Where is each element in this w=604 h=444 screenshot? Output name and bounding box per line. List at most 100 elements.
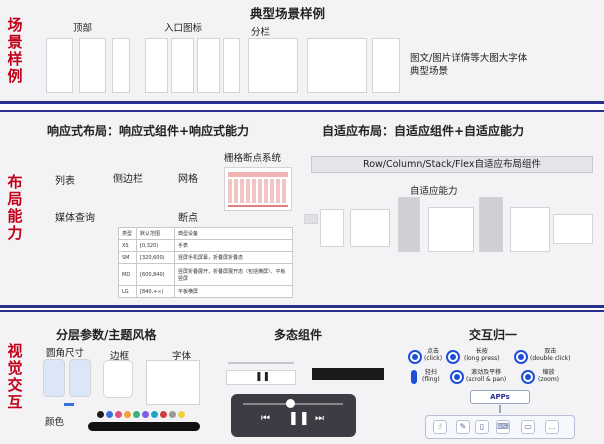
color-swatch bbox=[142, 411, 149, 418]
scenario-item-entry-icon: 入口图标 bbox=[164, 23, 203, 34]
color-swatch bbox=[106, 411, 113, 418]
radius-indicator bbox=[64, 403, 74, 406]
table-cell: 竖屏手机屏幕，折叠屏折叠态 bbox=[174, 251, 293, 264]
table-row: XS [0,320) 手表 bbox=[118, 239, 293, 252]
table-cell: SM bbox=[118, 251, 137, 264]
side-char: 觉 bbox=[7, 359, 23, 377]
fling-icon bbox=[411, 370, 417, 384]
section-divider bbox=[0, 101, 604, 104]
breakpoint-chart bbox=[224, 167, 292, 211]
table-cell: LG bbox=[118, 285, 137, 298]
gesture-zoom: 缩放 (zoom) bbox=[538, 369, 560, 383]
side-char: 交 bbox=[7, 376, 23, 394]
scenario-section: 场 景 样 例 典型场景样例 顶部 入口图标 分栏 图文/图片详情等大图大字体 … bbox=[0, 0, 604, 101]
color-swatch bbox=[133, 411, 140, 418]
scenario-side-label: 场 景 样 例 bbox=[0, 0, 30, 101]
pause-icon[interactable]: ❚❚ bbox=[288, 411, 310, 426]
icon-wireframe-4 bbox=[223, 38, 240, 93]
table-row: 类型 默认范围 典型设备 bbox=[118, 227, 293, 240]
side-char: 局 bbox=[7, 189, 23, 208]
click-icon bbox=[408, 350, 422, 364]
prev-icon[interactable]: ⏮ bbox=[261, 413, 270, 424]
color-swatch bbox=[115, 411, 122, 418]
next-icon[interactable]: ⏭ bbox=[315, 413, 324, 424]
color-swatch bbox=[124, 411, 131, 418]
section-divider bbox=[0, 305, 604, 308]
adaptive-diagram-6 bbox=[479, 197, 503, 252]
side-char: 布 bbox=[7, 172, 23, 191]
scenario-item-top: 顶部 bbox=[73, 23, 93, 34]
gesture-long-press: 长按 (long press) bbox=[464, 348, 500, 362]
side-char: 景 bbox=[7, 32, 23, 51]
radius-phone-1 bbox=[43, 359, 65, 397]
touch-hand-icon: ☝ bbox=[433, 420, 447, 434]
keyboard-icon: ⌨ bbox=[496, 420, 510, 434]
adaptive-diagram-3 bbox=[350, 209, 390, 247]
table-cell: 类型 bbox=[118, 227, 137, 240]
adaptive-diagram-2 bbox=[320, 209, 344, 247]
table-cell: [0,320) bbox=[136, 239, 175, 252]
top-wireframe-1 bbox=[46, 38, 73, 93]
layout-item-breakpoint: 断点 bbox=[178, 213, 198, 224]
apps-box: APPs bbox=[470, 390, 530, 404]
adaptive-diagram-5 bbox=[428, 207, 474, 252]
color-swatch bbox=[169, 411, 176, 418]
scenario-caption-line1: 图文/图片详情等大图大字体 bbox=[410, 53, 528, 64]
top-wireframe-2 bbox=[79, 38, 106, 93]
side-char: 视 bbox=[7, 342, 23, 360]
table-cell: [320,600) bbox=[136, 251, 175, 264]
layout-item-list: 列表 bbox=[55, 176, 75, 187]
apps-label: APPs bbox=[490, 393, 510, 401]
side-char: 力 bbox=[7, 223, 23, 242]
table-cell: [840,+∞) bbox=[136, 285, 175, 298]
play-pause-icon[interactable]: ❚❚ bbox=[255, 372, 270, 382]
scenario-caption-line2: 典型场景 bbox=[410, 66, 449, 77]
mouse-icon: ▯ bbox=[475, 420, 489, 434]
layout-side-label: 布 局 能 力 bbox=[0, 110, 30, 305]
table-cell: 竖屏折叠展开，折叠屏展开态（包括横屏）、平板竖屏 bbox=[174, 263, 293, 286]
layout-item-grid: 网格 bbox=[178, 174, 198, 185]
scroll-pan-icon bbox=[450, 370, 464, 384]
player-bar-dark-small bbox=[312, 368, 384, 380]
adaptive-diagram-8 bbox=[553, 214, 593, 244]
border-phone bbox=[103, 360, 133, 398]
icon-wireframe-1 bbox=[145, 38, 168, 93]
more-icon: … bbox=[545, 420, 559, 434]
gesture-fling: 轻扫 (fling) bbox=[422, 369, 440, 383]
responsive-title: 响应式布局：响应式组件+响应式能力 bbox=[47, 124, 250, 138]
zoom-icon bbox=[521, 370, 535, 384]
adaptive-diagram-4 bbox=[398, 197, 420, 252]
side-char: 样 bbox=[7, 49, 23, 68]
visual-side-label: 视 觉 交 互 bbox=[0, 310, 30, 444]
icon-wireframe-3 bbox=[197, 38, 220, 93]
table-cell: [600,840) bbox=[136, 263, 175, 286]
table-cell: XS bbox=[118, 239, 137, 252]
pen-icon: ✎ bbox=[456, 420, 470, 434]
detail-wireframe bbox=[372, 38, 400, 93]
radius-phone-2 bbox=[69, 359, 91, 397]
table-cell: 平板横屏 bbox=[174, 285, 293, 298]
player-bar-dark: ⏮ ❚❚ ⏭ bbox=[231, 394, 356, 437]
scenario-item-columns: 分栏 bbox=[251, 27, 271, 38]
side-char: 例 bbox=[7, 66, 23, 85]
breakpoint-band bbox=[228, 172, 288, 177]
side-char: 场 bbox=[7, 15, 23, 34]
apps-arrow bbox=[499, 405, 501, 413]
color-swatch bbox=[151, 411, 158, 418]
interaction-title: 交互归一 bbox=[469, 328, 518, 342]
slider-track bbox=[228, 362, 294, 364]
table-row: SM [320,600) 竖屏手机屏幕，折叠屏折叠态 bbox=[118, 251, 293, 264]
font-panel bbox=[146, 360, 200, 405]
remote-icon: ▭ bbox=[521, 420, 535, 434]
breakpoint-bars bbox=[228, 179, 288, 203]
section-divider bbox=[0, 110, 604, 112]
gesture-scroll-pan: 滚动及平移 (scroll & pan) bbox=[466, 369, 507, 383]
gesture-click: 点击 (click) bbox=[424, 348, 443, 362]
table-cell: 手表 bbox=[174, 239, 293, 252]
progress-knob[interactable] bbox=[286, 399, 295, 408]
columns-wireframe-1 bbox=[248, 38, 298, 93]
breakpoint-table: 类型 默认范围 典型设备 XS [0,320) 手表 SM [320,600) … bbox=[118, 227, 293, 298]
top-wireframe-3 bbox=[112, 38, 130, 93]
multistate-title: 多态组件 bbox=[274, 328, 323, 342]
adaptive-diagram-7 bbox=[510, 207, 550, 252]
